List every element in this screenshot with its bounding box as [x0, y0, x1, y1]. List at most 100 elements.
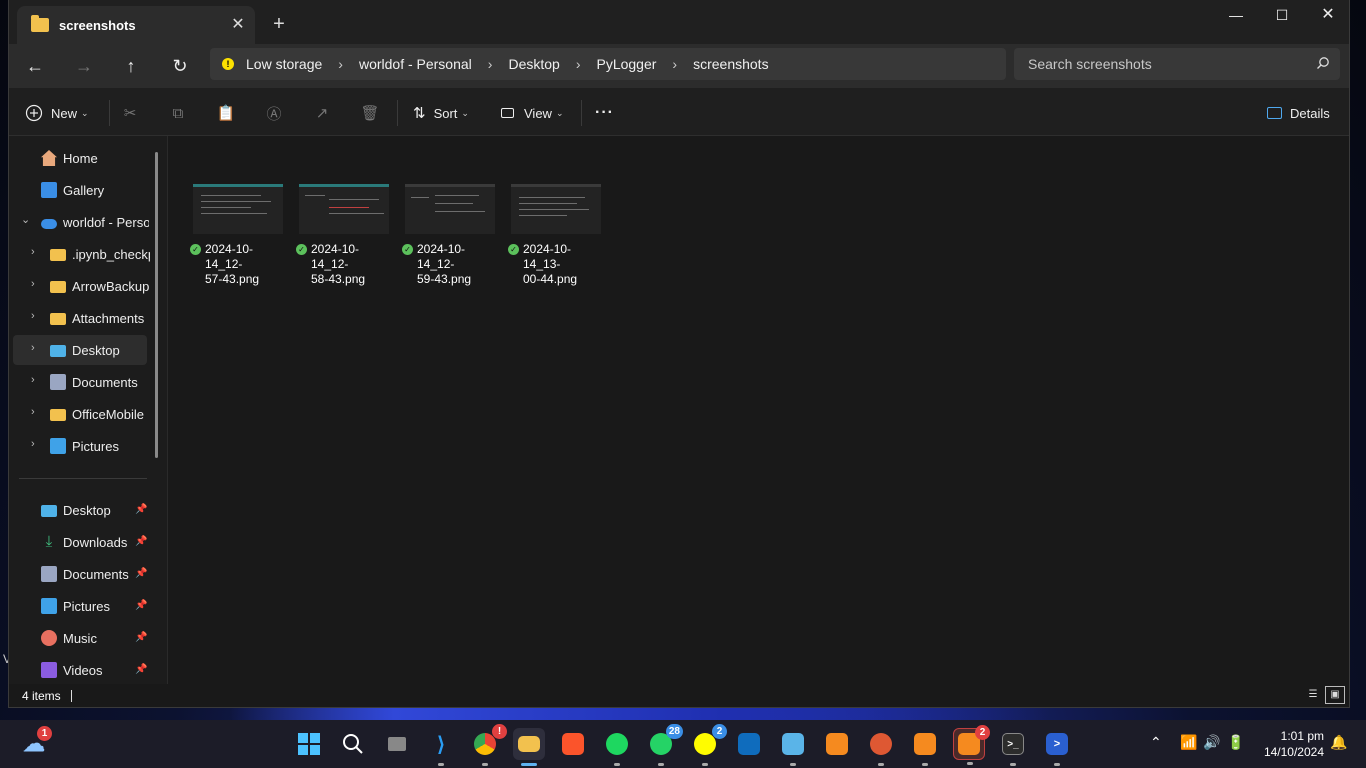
pin-icon[interactable]: 📌 [135, 632, 157, 643]
sidebar-item-ipynb[interactable]: .ipynb_checkpoints [50, 239, 150, 269]
battery-icon[interactable]: 🔋 [1227, 734, 1244, 751]
weather-widget[interactable]: ☁ 1 [18, 726, 52, 760]
copy-button[interactable]: ⧉ [166, 100, 190, 126]
terminal-app[interactable]: >_ [997, 728, 1029, 766]
active-orange-app[interactable]: 2 [953, 725, 990, 765]
file-explorer-app[interactable] [513, 728, 545, 766]
pin-icon[interactable]: 📌 [135, 568, 157, 579]
paste-button[interactable]: 📋 [214, 100, 238, 126]
folder-icon [50, 281, 66, 293]
app-icon [914, 733, 936, 755]
task-view-button[interactable] [381, 728, 413, 760]
pin-icon[interactable]: 📌 [135, 664, 157, 675]
collapse-chevron-icon[interactable]: ⌄ [21, 213, 30, 226]
chevron-right-icon[interactable]: › [338, 56, 343, 72]
file-item[interactable]: ✓ 2024-10-14_12- 57-43.png [190, 184, 286, 287]
view-label: View [524, 105, 552, 121]
back-button[interactable]: ← [19, 50, 51, 82]
expand-chevron-icon[interactable]: › [31, 438, 35, 450]
up-button[interactable]: ↑ [115, 50, 147, 82]
chevron-right-icon[interactable]: › [576, 56, 581, 72]
chevron-right-icon[interactable]: › [672, 56, 677, 72]
more-options-button[interactable]: ··· [595, 100, 614, 126]
outlook-app[interactable] [733, 728, 765, 760]
sidebar-scrollbar[interactable] [155, 152, 158, 458]
windows-logo-icon [298, 733, 320, 755]
volume-icon[interactable]: 🔊 [1203, 734, 1220, 751]
details-view-button[interactable]: ☰ [1303, 686, 1323, 704]
powershell-icon: > [1046, 733, 1068, 755]
music-icon [41, 630, 57, 646]
search-icon[interactable] [1316, 56, 1330, 70]
maximize-button[interactable]: ☐ [1259, 0, 1305, 32]
powershell-app[interactable]: > [1041, 728, 1073, 766]
orange-app[interactable] [909, 728, 941, 766]
close-tab-button[interactable]: ✕ [227, 14, 249, 36]
desktop-icon [50, 345, 66, 357]
wifi-icon[interactable]: 📶 [1180, 734, 1197, 751]
breadcrumb-onedrive[interactable]: worldof - Personal [359, 56, 472, 72]
pin-icon[interactable]: 📌 [135, 600, 157, 611]
cut-button[interactable]: ✂ [118, 100, 142, 126]
file-item[interactable]: ✓ 2024-10-14_13- 00-44.png [508, 184, 604, 287]
sidebar-item-arrowbackup[interactable]: ArrowBackup [50, 271, 150, 301]
sidebar-item-home[interactable]: Home [41, 143, 151, 173]
breadcrumb-pylogger[interactable]: PyLogger [596, 56, 656, 72]
sidebar-item-onedrive[interactable]: worldof - Personal [41, 207, 149, 237]
forward-button[interactable]: → [68, 50, 100, 82]
title-bar[interactable]: screenshots ✕ + — ☐ ✕ [9, 0, 1349, 44]
address-bar[interactable]: ! Low storage › worldof - Personal › Des… [210, 48, 1006, 80]
file-item[interactable]: ✓ 2024-10-14_12- 58-43.png [296, 184, 392, 287]
sidebar-item-label: Pictures [72, 438, 119, 454]
pin-icon[interactable]: 📌 [135, 504, 157, 515]
search-box[interactable] [1014, 48, 1340, 80]
close-window-button[interactable]: ✕ [1305, 0, 1349, 32]
sidebar-item-documents[interactable]: Documents [50, 367, 150, 397]
chrome-app[interactable]: ! [469, 724, 507, 766]
share-button[interactable]: ↗ [310, 100, 334, 126]
refresh-button[interactable]: ↻ [164, 50, 196, 82]
expand-chevron-icon[interactable]: › [31, 374, 35, 386]
expand-chevron-icon[interactable]: › [31, 278, 35, 290]
pin-icon[interactable]: 📌 [135, 536, 157, 547]
details-button[interactable]: Details [1267, 100, 1330, 126]
expand-chevron-icon[interactable]: › [31, 310, 35, 322]
expand-chevron-icon[interactable]: › [31, 406, 35, 418]
start-button[interactable] [293, 728, 325, 760]
duckduckgo-app[interactable] [865, 728, 897, 766]
chevron-up-icon[interactable]: ⌃ [1150, 734, 1162, 751]
tab-screenshots[interactable]: screenshots ✕ [17, 6, 255, 44]
new-tab-button[interactable]: + [267, 12, 291, 36]
breadcrumb-low-storage[interactable]: Low storage [246, 56, 322, 72]
sidebar-item-attachments[interactable]: Attachments [50, 303, 150, 333]
minimize-button[interactable]: — [1213, 0, 1259, 32]
file-list[interactable]: ✓ 2024-10-14_12- 57-43.png ✓ 2024-10-14_… [167, 136, 1349, 684]
sort-button[interactable]: ⇅ Sort ⌄ [413, 100, 469, 126]
chevron-down-icon: ⌄ [555, 107, 564, 118]
breadcrumb-screenshots[interactable]: screenshots [693, 56, 768, 72]
expand-chevron-icon[interactable]: › [31, 246, 35, 258]
chevron-right-icon[interactable]: › [488, 56, 493, 72]
whatsapp-app[interactable]: 28 [645, 724, 683, 766]
brave-app[interactable] [557, 728, 589, 760]
spotify-app[interactable] [601, 728, 633, 766]
vpn-app[interactable] [821, 728, 853, 760]
notepad-app[interactable] [777, 728, 809, 766]
rename-button[interactable]: Ⓐ [262, 100, 286, 126]
new-button[interactable]: New ⌄ [25, 100, 89, 126]
breadcrumb-desktop[interactable]: Desktop [508, 56, 559, 72]
sidebar-item-gallery[interactable]: Gallery [41, 175, 151, 205]
vscode-app[interactable]: ⟩ [425, 728, 457, 766]
snapchat-app[interactable]: 2 [689, 724, 727, 766]
view-button[interactable]: View ⌄ [501, 100, 564, 126]
search-button[interactable] [337, 728, 369, 760]
sidebar-item-pictures[interactable]: Pictures [50, 431, 150, 461]
file-item[interactable]: ✓ 2024-10-14_12- 59-43.png [402, 184, 498, 287]
thumbnail-view-button[interactable]: ▣ [1325, 686, 1345, 704]
expand-chevron-icon[interactable]: › [31, 342, 35, 354]
notifications-bell-icon[interactable]: 🔔 [1330, 734, 1347, 751]
sidebar-item-officemobile[interactable]: OfficeMobile [50, 399, 150, 429]
clock[interactable]: 1:01 pm 14/10/2024 [1250, 728, 1324, 760]
search-input[interactable] [1028, 56, 1298, 72]
delete-button[interactable]: 🗑 [358, 100, 382, 126]
